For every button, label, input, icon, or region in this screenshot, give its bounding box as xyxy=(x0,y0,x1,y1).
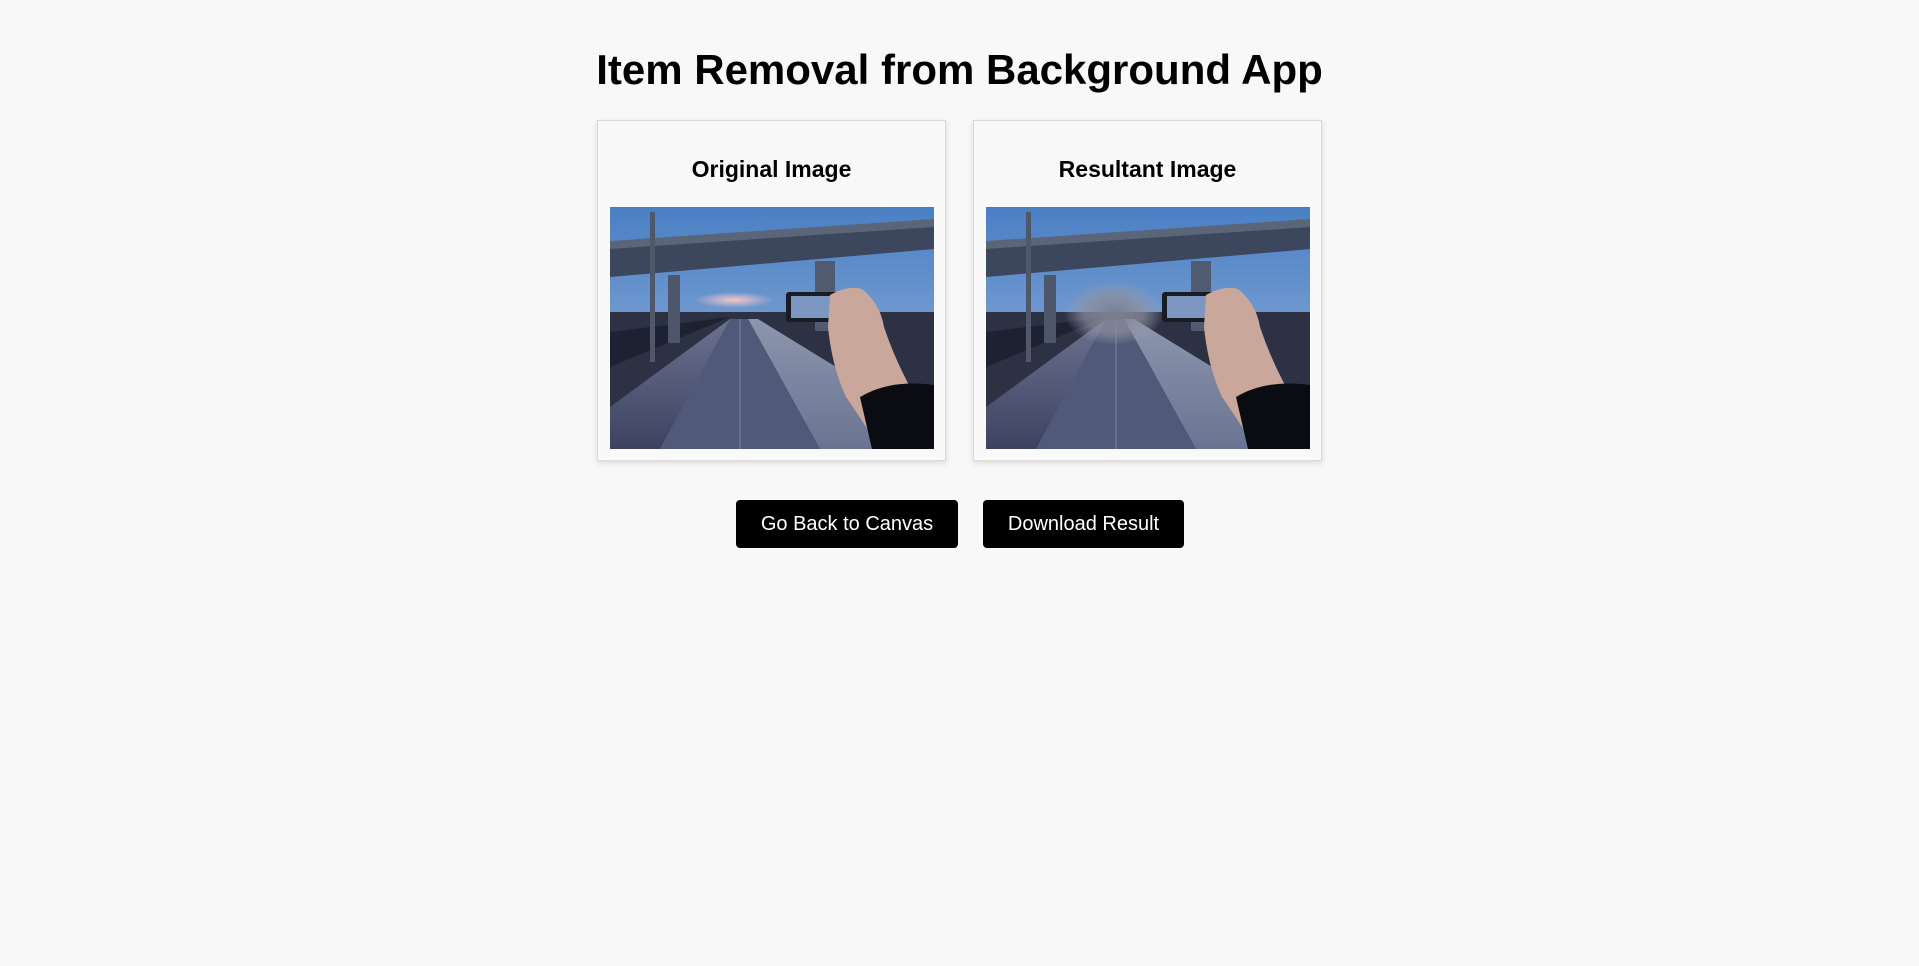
resultant-image xyxy=(986,207,1310,449)
download-result-button[interactable]: Download Result xyxy=(983,500,1184,548)
original-image-title: Original Image xyxy=(691,156,852,182)
go-back-to-canvas-button[interactable]: Go Back to Canvas xyxy=(736,500,958,548)
action-buttons: Go Back to Canvas Download Result xyxy=(0,500,1919,548)
original-image xyxy=(610,207,934,449)
original-image-panel: Original Image xyxy=(597,120,946,461)
resultant-image-panel: Resultant Image xyxy=(973,120,1322,461)
resultant-image-title: Resultant Image xyxy=(1058,156,1237,182)
app-title: Item Removal from Background App xyxy=(596,46,1323,93)
